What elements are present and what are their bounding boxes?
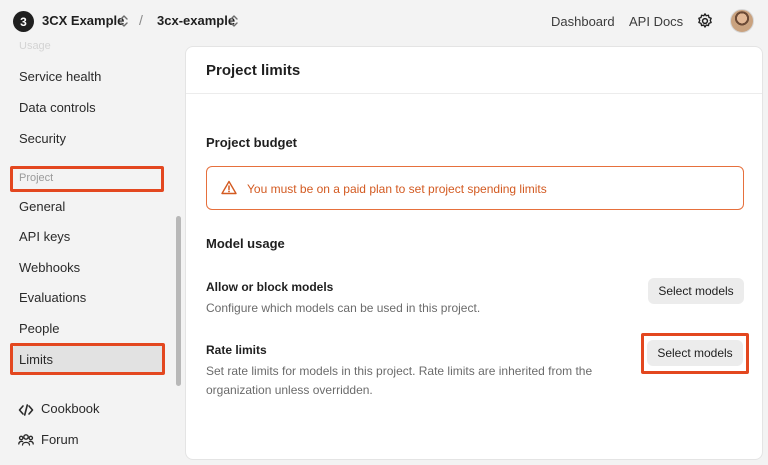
org-name[interactable]: 3CX Example (42, 13, 124, 28)
people-icon (18, 434, 34, 446)
chevron-updown-icon[interactable] (229, 14, 239, 28)
divider (186, 93, 762, 94)
sidebar-section-project: Project (19, 172, 54, 184)
sidebar-item-api-keys[interactable]: API keys (19, 229, 70, 244)
sidebar-item-data-controls[interactable]: Data controls (19, 100, 96, 115)
highlight-box-rate-limits-button (641, 333, 749, 374)
page-title: Project limits (206, 62, 301, 79)
sidebar-footer-forum[interactable]: Forum (41, 432, 79, 447)
sidebar-item-security[interactable]: Security (19, 131, 66, 146)
section-title-model-usage: Model usage (206, 236, 285, 251)
org-badge[interactable]: 3 (13, 11, 34, 32)
select-models-button-allow-block[interactable]: Select models (648, 278, 744, 304)
sidebar-footer-cookbook[interactable]: Cookbook (41, 401, 100, 416)
breadcrumb-separator: / (139, 12, 143, 28)
section-title-project-budget: Project budget (206, 135, 298, 150)
code-icon (18, 404, 34, 416)
gear-icon[interactable] (696, 12, 714, 30)
paid-plan-alert: You must be on a paid plan to set projec… (206, 166, 744, 210)
warning-icon (221, 180, 237, 195)
row-title-rate-limits: Rate limits (206, 343, 267, 357)
sidebar-item-general[interactable]: General (19, 199, 65, 214)
nav-api-docs[interactable]: API Docs (629, 14, 683, 29)
sidebar-item-webhooks[interactable]: Webhooks (19, 260, 80, 275)
row-title-allow-block-models: Allow or block models (206, 280, 334, 294)
top-bar: 3 3CX Example / 3cx-example Dashboard AP… (0, 0, 768, 42)
sidebar-item-people[interactable]: People (19, 321, 59, 336)
sidebar-item-limits[interactable]: Limits (19, 352, 53, 367)
main-panel: Project limits Project budget You must b… (185, 46, 763, 460)
nav-dashboard[interactable]: Dashboard (551, 14, 615, 29)
sidebar: Usage Service health Data controls Secur… (0, 42, 184, 465)
row-description-allow-block-models: Configure which models can be used in th… (206, 301, 481, 315)
sidebar-item-service-health[interactable]: Service health (19, 69, 101, 84)
row-description-rate-limits: Set rate limits for models in this proje… (206, 364, 593, 397)
project-name[interactable]: 3cx-example (157, 13, 235, 28)
alert-message: You must be on a paid plan to set projec… (247, 182, 547, 196)
sidebar-item-evaluations[interactable]: Evaluations (19, 290, 86, 305)
chevron-updown-icon[interactable] (119, 14, 129, 28)
avatar[interactable] (730, 9, 754, 33)
sidebar-scrollbar[interactable] (176, 216, 181, 386)
sidebar-section-usage[interactable]: Usage (19, 42, 51, 52)
